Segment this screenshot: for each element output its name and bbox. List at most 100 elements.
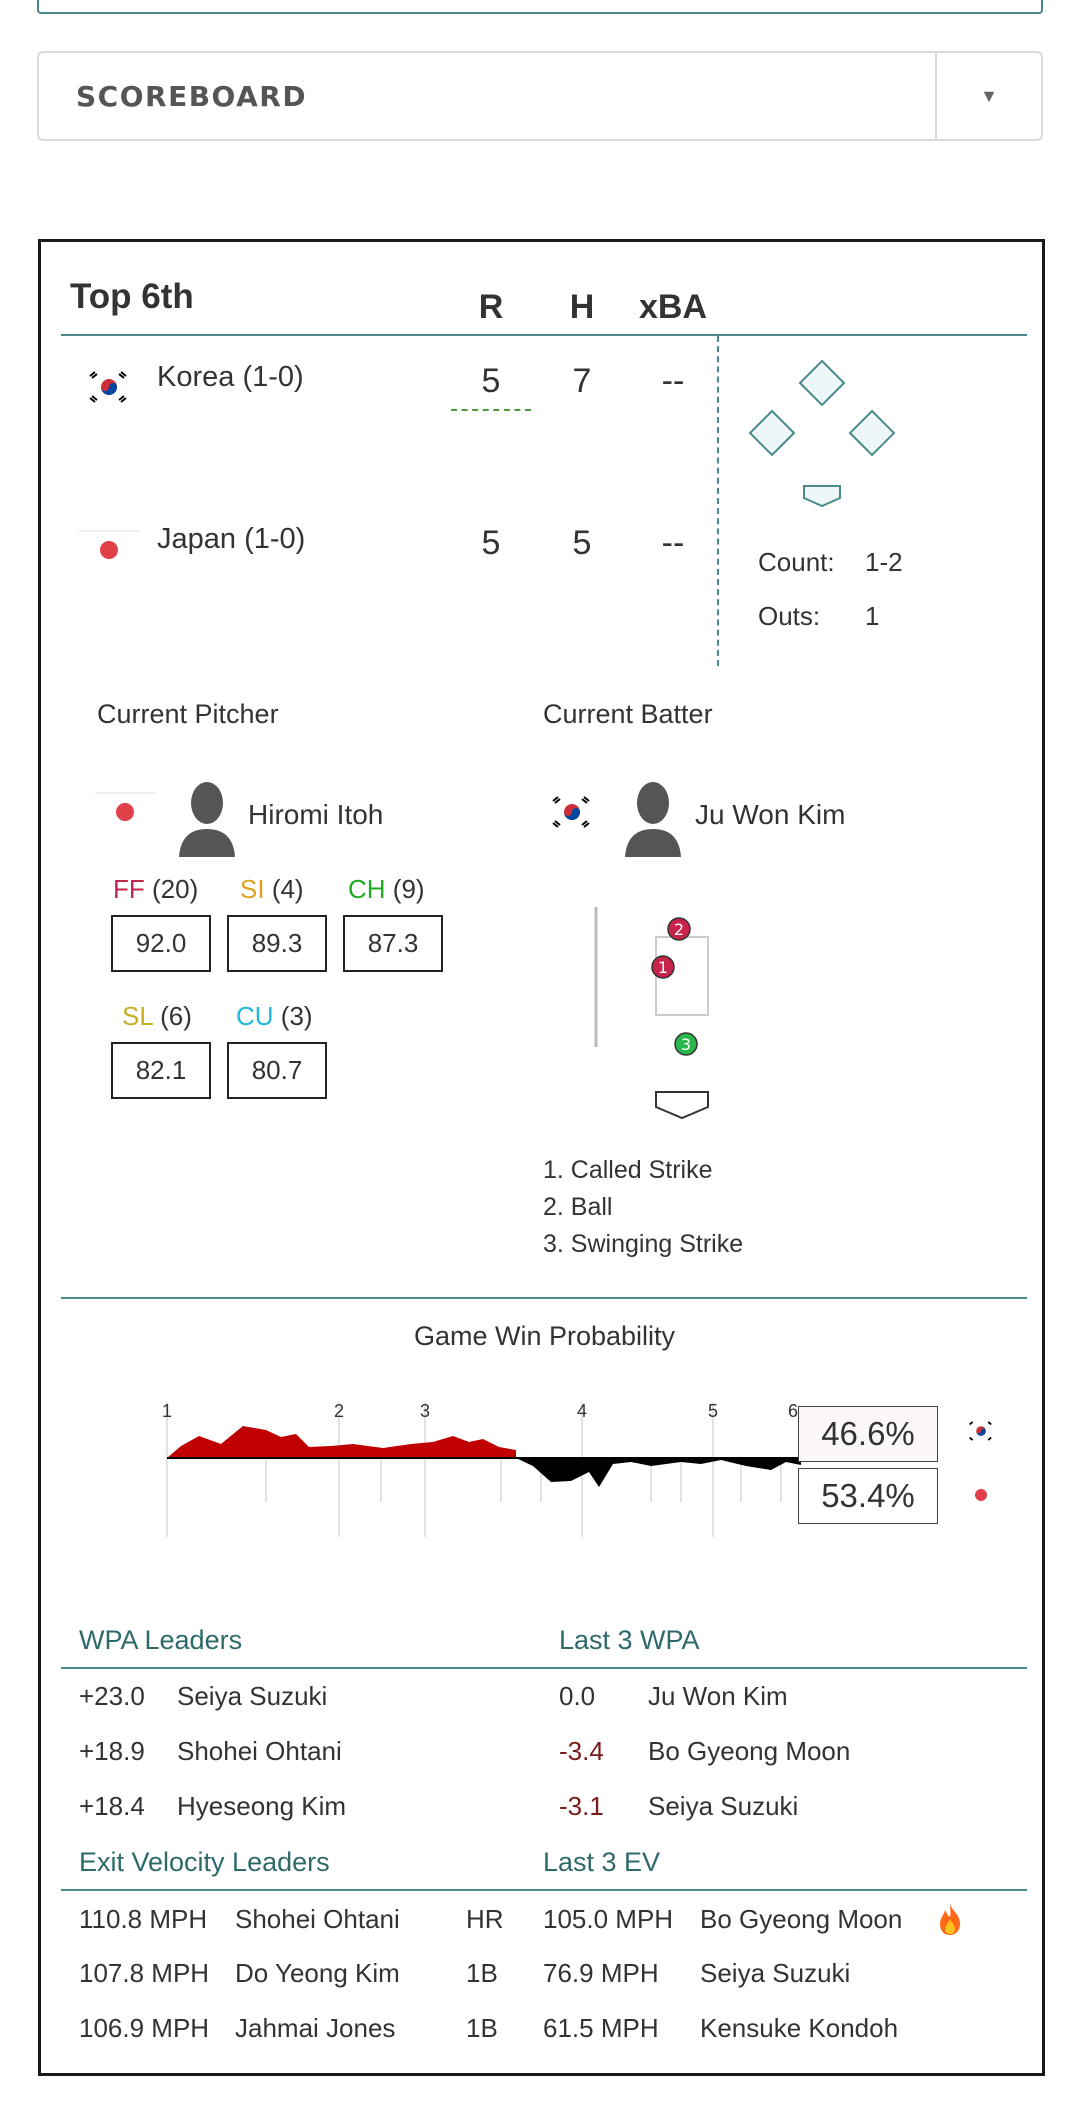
outs-value: 1 xyxy=(865,601,880,631)
ev-leader-result: 1B xyxy=(466,1958,498,1988)
first-base-icon xyxy=(848,409,896,457)
pitch-type-ff: FF (20) xyxy=(113,874,199,904)
wpa-leader-value: +23.0 xyxy=(79,1681,145,1711)
pitch-marker-3: 3 xyxy=(674,1032,698,1056)
ev-leader-name: Do Yeong Kim xyxy=(235,1958,400,1988)
pitch-type-si: SI (4) xyxy=(240,874,304,904)
inning-mark-1: 1 xyxy=(162,1401,172,1421)
scoreboard-panel: Top 6th R H xBA Korea (1-0) 5 7 -- Japan… xyxy=(38,239,1045,2076)
scoreboard-select-label: SCOREBOARD xyxy=(76,79,308,113)
last-ev-name: Kensuke Kondoh xyxy=(700,2013,899,2043)
current-pitcher-title: Current Pitcher xyxy=(97,699,279,729)
korea-xba: -- xyxy=(661,362,685,400)
last-ev-name: Bo Gyeong Moon xyxy=(700,1904,903,1934)
wpa-leader-name: Shohei Ohtani xyxy=(177,1736,342,1766)
pitch-result-2: 2. Ball xyxy=(543,1193,613,1221)
last-wpa-name: Ju Won Kim xyxy=(648,1681,788,1711)
header-divider xyxy=(61,334,1027,336)
korea-win-probability: 46.6% xyxy=(798,1406,938,1462)
bases-diagram xyxy=(748,359,896,508)
inning-mark-4: 4 xyxy=(577,1401,587,1421)
ev-leader-name: Jahmai Jones xyxy=(235,2013,396,2043)
last-wpa-value: 0.0 xyxy=(559,1681,596,1711)
fire-icon xyxy=(940,1904,960,1935)
last-wpa-value: -3.4 xyxy=(559,1736,604,1766)
pitch-type-ch: CH (9) xyxy=(348,874,425,904)
pitcher-name: Hiromi Itoh xyxy=(248,799,384,830)
current-batter-title: Current Batter xyxy=(543,699,713,729)
wpa-leaders-title: WPA Leaders xyxy=(79,1625,243,1655)
outs-label: Outs: xyxy=(758,601,821,631)
hits-column-header: H xyxy=(569,288,595,326)
japan-hits: 5 xyxy=(572,524,592,562)
last-ev-value: 61.5 MPH xyxy=(543,2013,659,2043)
pitch-result-3: 3. Swinging Strike xyxy=(543,1230,744,1258)
japan-flag-icon xyxy=(963,1483,999,1507)
ev-leader-value: 106.9 MPH xyxy=(79,2013,210,2043)
korea-probability-area xyxy=(167,1426,516,1458)
pitch-type-cu: CU (3) xyxy=(236,1001,313,1031)
wpa-leader-value: +18.9 xyxy=(79,1736,145,1766)
japan-flag-icon xyxy=(95,792,155,832)
japan-probability-area xyxy=(516,1458,801,1487)
last-ev-value: 105.0 MPH xyxy=(543,1904,674,1934)
scoreboard-select[interactable]: SCOREBOARD ▼ xyxy=(37,51,1043,141)
pitch-velo-sl: 82.1 xyxy=(111,1042,211,1099)
svg-text:3: 3 xyxy=(681,1035,691,1054)
team-name-japan: Japan (1-0) xyxy=(157,523,306,555)
korea-flag-icon xyxy=(79,367,139,407)
pitch-type-sl: SL (6) xyxy=(122,1001,192,1031)
japan-xba: -- xyxy=(661,524,685,562)
japan-win-probability: 53.4% xyxy=(798,1468,938,1524)
last-ev-value: 76.9 MPH xyxy=(543,1958,659,1988)
inning-mark-6: 6 xyxy=(788,1401,798,1421)
win-probability-title: Game Win Probability xyxy=(413,1321,676,1351)
wpa-leader-name: Hyeseong Kim xyxy=(177,1791,347,1821)
second-base-icon xyxy=(798,359,846,407)
strike-zone-plot: 2 1 3 xyxy=(594,907,709,1120)
chevron-down-icon[interactable]: ▼ xyxy=(935,53,1041,139)
previous-panel-edge xyxy=(37,0,1043,14)
ev-leader-value: 107.8 MPH xyxy=(79,1958,210,1988)
xba-column-header: xBA xyxy=(638,288,708,326)
count-value: 1-2 xyxy=(865,547,903,577)
ev-leader-name: Shohei Ohtani xyxy=(235,1904,400,1934)
pitch-result-1: 1. Called Strike xyxy=(543,1156,713,1184)
ev-leader-result: HR xyxy=(466,1904,504,1934)
pitch-marker-2: 2 xyxy=(667,917,691,941)
batter-name: Ju Won Kim xyxy=(695,799,846,830)
win-probability-chart: 1 2 3 4 5 6 xyxy=(162,1401,801,1537)
pitch-velo-ch: 87.3 xyxy=(343,915,443,972)
runs-column-header: R xyxy=(478,288,504,326)
last3-ev-title: Last 3 EV xyxy=(543,1847,661,1877)
batter-avatar-icon xyxy=(625,782,681,857)
home-plate-icon xyxy=(803,485,841,508)
pitch-velo-cu: 80.7 xyxy=(227,1042,327,1099)
last-ev-name: Seiya Suzuki xyxy=(700,1958,851,1988)
ev-leader-result: 1B xyxy=(466,2013,498,2043)
japan-runs: 5 xyxy=(481,524,501,562)
korea-runs: 5 xyxy=(451,362,531,411)
last-wpa-value: -3.1 xyxy=(559,1791,604,1821)
pitch-velo-si: 89.3 xyxy=(227,915,327,972)
home-plate-icon xyxy=(655,1091,709,1120)
pitcher-avatar-icon xyxy=(179,782,235,857)
japan-flag-icon xyxy=(79,530,139,570)
pitch-velo-ff: 92.0 xyxy=(111,915,211,972)
wpa-leader-value: +18.4 xyxy=(79,1791,145,1821)
wpa-header-divider xyxy=(61,1667,1027,1669)
wpa-leader-name: Seiya Suzuki xyxy=(177,1681,328,1711)
last-wpa-name: Seiya Suzuki xyxy=(648,1791,799,1821)
ev-leaders-title: Exit Velocity Leaders xyxy=(79,1847,330,1877)
korea-flag-icon xyxy=(542,792,602,832)
third-base-icon xyxy=(748,409,796,457)
inning-label: Top 6th xyxy=(70,277,194,316)
ev-header-divider xyxy=(61,1889,1027,1891)
inning-mark-2: 2 xyxy=(334,1401,344,1421)
svg-text:2: 2 xyxy=(674,920,684,939)
ev-leader-value: 110.8 MPH xyxy=(79,1904,208,1934)
last-wpa-name: Bo Gyeong Moon xyxy=(648,1736,851,1766)
pitch-result-list: 1. Called Strike 2. Ball 3. Swinging Str… xyxy=(543,1152,743,1263)
field-divider xyxy=(717,336,719,666)
count-label: Count: xyxy=(758,547,835,577)
